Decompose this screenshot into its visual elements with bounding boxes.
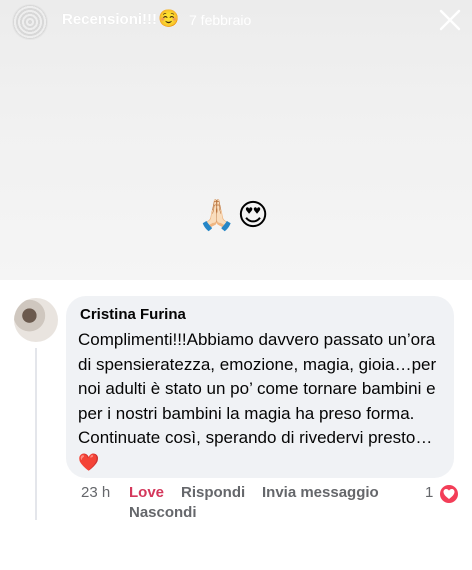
reaction-count: 1 [425,484,434,501]
story-emojis: 🙏🏻😍 [198,199,271,232]
love-button[interactable]: Love [129,484,164,501]
story-date: 7 febbraio [189,12,252,28]
story-title[interactable]: Recensioni!!! [62,11,157,28]
story-avatar[interactable] [12,4,48,40]
reply-button[interactable]: Rispondi [181,484,245,501]
comment-section: Cristina Furina Complimenti!!!Abbiamo da… [0,280,472,570]
hide-button[interactable]: Nascondi [129,504,197,521]
comment-time: 23 h [81,484,111,501]
comment-actions: 23 h Love Rispondi Invia messaggio Nasco… [0,483,472,524]
commenter-avatar[interactable] [14,298,58,342]
story-title-emoji: ☺️ [158,9,180,28]
comment-author[interactable]: Cristina Furina [80,306,186,323]
story-background: Recensioni!!! ☺️ 7 febbraio 🙏🏻😍 [0,0,472,280]
send-message-button[interactable]: Invia messaggio [262,484,379,501]
heart-reaction-icon [438,483,460,505]
close-icon[interactable] [438,8,462,32]
comment-text: Complimenti!!!Abbiamo davvero passato un… [78,330,437,472]
comment-bubble: Cristina Furina Complimenti!!!Abbiamo da… [66,296,454,478]
story-header: Recensioni!!! ☺️ 7 febbraio [0,0,472,44]
